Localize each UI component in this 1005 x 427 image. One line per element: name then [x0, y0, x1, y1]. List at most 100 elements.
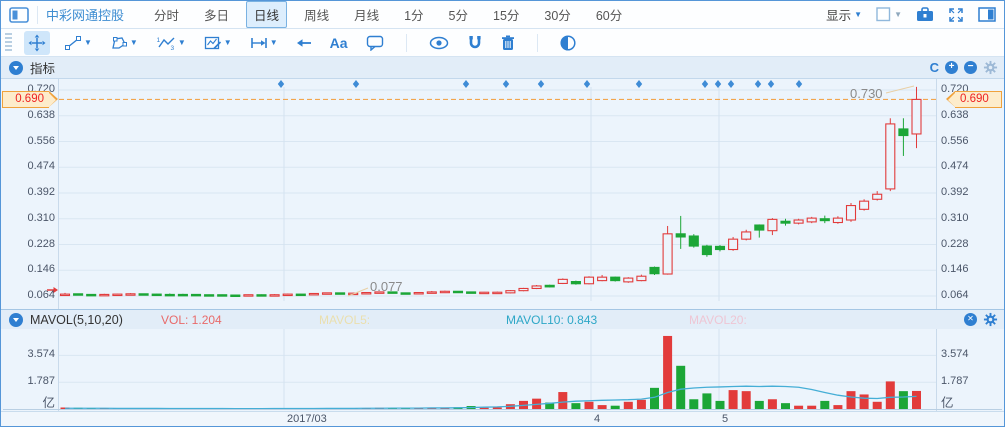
collapse-indicator-icon[interactable] [9, 61, 23, 75]
move-tool-button[interactable] [24, 31, 50, 55]
axis-tick-label: 0.310 [1, 212, 55, 224]
price-chart[interactable]: 0.7300.077 0.690 0.690 0.7200.7200.6380.… [1, 79, 1004, 309]
tab-分时[interactable]: 分时 [146, 1, 187, 28]
axis-tick-label: 亿 [941, 392, 995, 411]
current-price-tag-right: 0.690 [955, 91, 1002, 108]
mavol10-label: MAVOL10: 0.843 [506, 310, 597, 329]
tab-60分[interactable]: 60分 [588, 1, 630, 28]
svg-text:3: 3 [170, 45, 174, 51]
visibility-button[interactable] [425, 33, 453, 53]
axis-tick-label: 0.638 [941, 109, 995, 121]
tab-15分[interactable]: 15分 [485, 1, 527, 28]
chart-markup-tool-button[interactable]: ▼ [200, 32, 236, 54]
stock-name[interactable]: 中彩网通控股 [46, 5, 124, 24]
chevron-down-icon: ▼ [270, 38, 278, 47]
axis-tick-label: 0.146 [941, 263, 995, 275]
magnet-button[interactable] [463, 32, 487, 54]
chevron-down-icon: ▼ [894, 10, 902, 19]
range-tool-button[interactable]: ▼ [246, 33, 282, 53]
sidebar-right-icon[interactable] [978, 7, 996, 22]
axis-tick-label: 0.474 [1, 160, 55, 172]
period-tabs: 分时多日日线周线月线 1分 5分 15分 30分 60分 [146, 1, 630, 28]
settings-gear-icon[interactable] [983, 312, 998, 327]
axis-tick-label: 1.787 [941, 375, 995, 387]
mavol20-label: MAVOL20: [689, 310, 747, 329]
zoom-out-icon[interactable]: − [964, 61, 977, 74]
vol-value-label: VOL: 1.204 [161, 310, 222, 329]
axis-tick-label: 0.474 [941, 160, 995, 172]
volume-chart[interactable]: 3.5743.5741.7871.787亿亿 [1, 329, 1004, 411]
chevron-down-icon: ▼ [84, 38, 92, 47]
top-toolbar: 中彩网通控股 分时多日日线周线月线 1分 5分 15分 30分 60分 显示 ▼ ▼ [1, 1, 1004, 29]
chart-style-dropdown[interactable]: ▼ [876, 7, 902, 22]
trash-icon [501, 35, 515, 51]
undo-button[interactable] [292, 34, 316, 52]
axis-tick-label: 0.228 [941, 238, 995, 250]
close-panel-icon[interactable]: ✕ [964, 313, 977, 326]
back-arrow-icon [296, 37, 312, 49]
time-axis-label: 5 [722, 413, 728, 425]
tab-1分[interactable]: 1分 [396, 1, 431, 28]
move-icon [28, 34, 46, 52]
axis-tick-label: 亿 [1, 392, 55, 411]
volume-plot[interactable] [1, 329, 1004, 411]
wave-count-tool-button[interactable]: 13 ▼ [152, 32, 190, 54]
text-tool-label: Aa [330, 35, 348, 51]
polygon-tool-button[interactable]: ▼ [106, 32, 142, 54]
tab-多日[interactable]: 多日 [196, 1, 237, 28]
axis-tick-label: 0.392 [941, 186, 995, 198]
text-tool-button[interactable]: Aa [326, 32, 352, 54]
axis-tick-label: 0.556 [941, 135, 995, 147]
toolbox-icon[interactable] [916, 7, 934, 22]
zoom-in-icon[interactable]: + [945, 61, 958, 74]
settings-gear-icon[interactable] [983, 60, 998, 75]
axis-tick-label: 3.574 [1, 348, 55, 360]
wave-count-icon: 13 [156, 35, 176, 51]
comment-tool-button[interactable] [362, 32, 388, 54]
time-axis-label: 2017/03 [287, 413, 327, 425]
eye-icon [429, 36, 449, 50]
time-axis: 2017/03 4 5 [1, 411, 1004, 426]
axis-tick-label: 0.146 [1, 263, 55, 275]
magnet-icon [467, 35, 483, 51]
volume-panel-header: MAVOL(5,10,20) VOL: 1.204 MAVOL5: MAVOL1… [1, 309, 1004, 329]
contrast-button[interactable] [556, 32, 580, 54]
indicator-title: 指标 [30, 58, 55, 77]
indicator-panel-header: 指标 C + − [1, 57, 1004, 79]
axis-tick-label: 3.574 [941, 348, 995, 360]
axis-tick-label: 0.392 [1, 186, 55, 198]
tab-日线[interactable]: 日线 [246, 1, 287, 28]
candlestick-plot[interactable]: 0.730 0.077 [1, 79, 1004, 309]
svg-text:0.730: 0.730 [850, 86, 883, 101]
display-dropdown[interactable]: 显示 ▼ [826, 5, 862, 24]
axis-tick-label: 0.556 [1, 135, 55, 147]
refresh-icon[interactable]: C [930, 60, 939, 75]
svg-text:0.077: 0.077 [370, 279, 403, 294]
time-axis-label: 4 [594, 413, 600, 425]
drawing-toolbar: ▼ ▼ 13 ▼ ▼ ▼ Aa [1, 29, 1004, 57]
tab-5分[interactable]: 5分 [441, 1, 476, 28]
chart-markup-icon [204, 35, 222, 51]
drag-handle[interactable] [5, 33, 12, 53]
axis-tick-label: 0.638 [1, 109, 55, 121]
panel-toggle-icon[interactable] [9, 7, 29, 23]
separator [406, 34, 407, 52]
chevron-down-icon: ▼ [130, 38, 138, 47]
chevron-down-icon: ▼ [224, 38, 232, 47]
style-box-icon [876, 7, 891, 22]
polygon-icon [110, 35, 128, 51]
tab-周线[interactable]: 周线 [296, 1, 337, 28]
fullscreen-icon[interactable] [948, 7, 964, 23]
separator [37, 6, 38, 24]
tab-30分[interactable]: 30分 [536, 1, 578, 28]
mavol5-label: MAVOL5: [319, 310, 370, 329]
axis-tick-label: 0.064 [1, 289, 55, 301]
svg-text:1: 1 [156, 37, 160, 44]
tab-月线[interactable]: 月线 [346, 1, 387, 28]
delete-button[interactable] [497, 32, 519, 54]
axis-tick-label: 0.064 [941, 289, 995, 301]
collapse-volume-icon[interactable] [9, 313, 23, 327]
chevron-down-icon: ▼ [178, 38, 186, 47]
trend-line-tool-button[interactable]: ▼ [60, 32, 96, 54]
chevron-down-icon: ▼ [854, 10, 862, 19]
